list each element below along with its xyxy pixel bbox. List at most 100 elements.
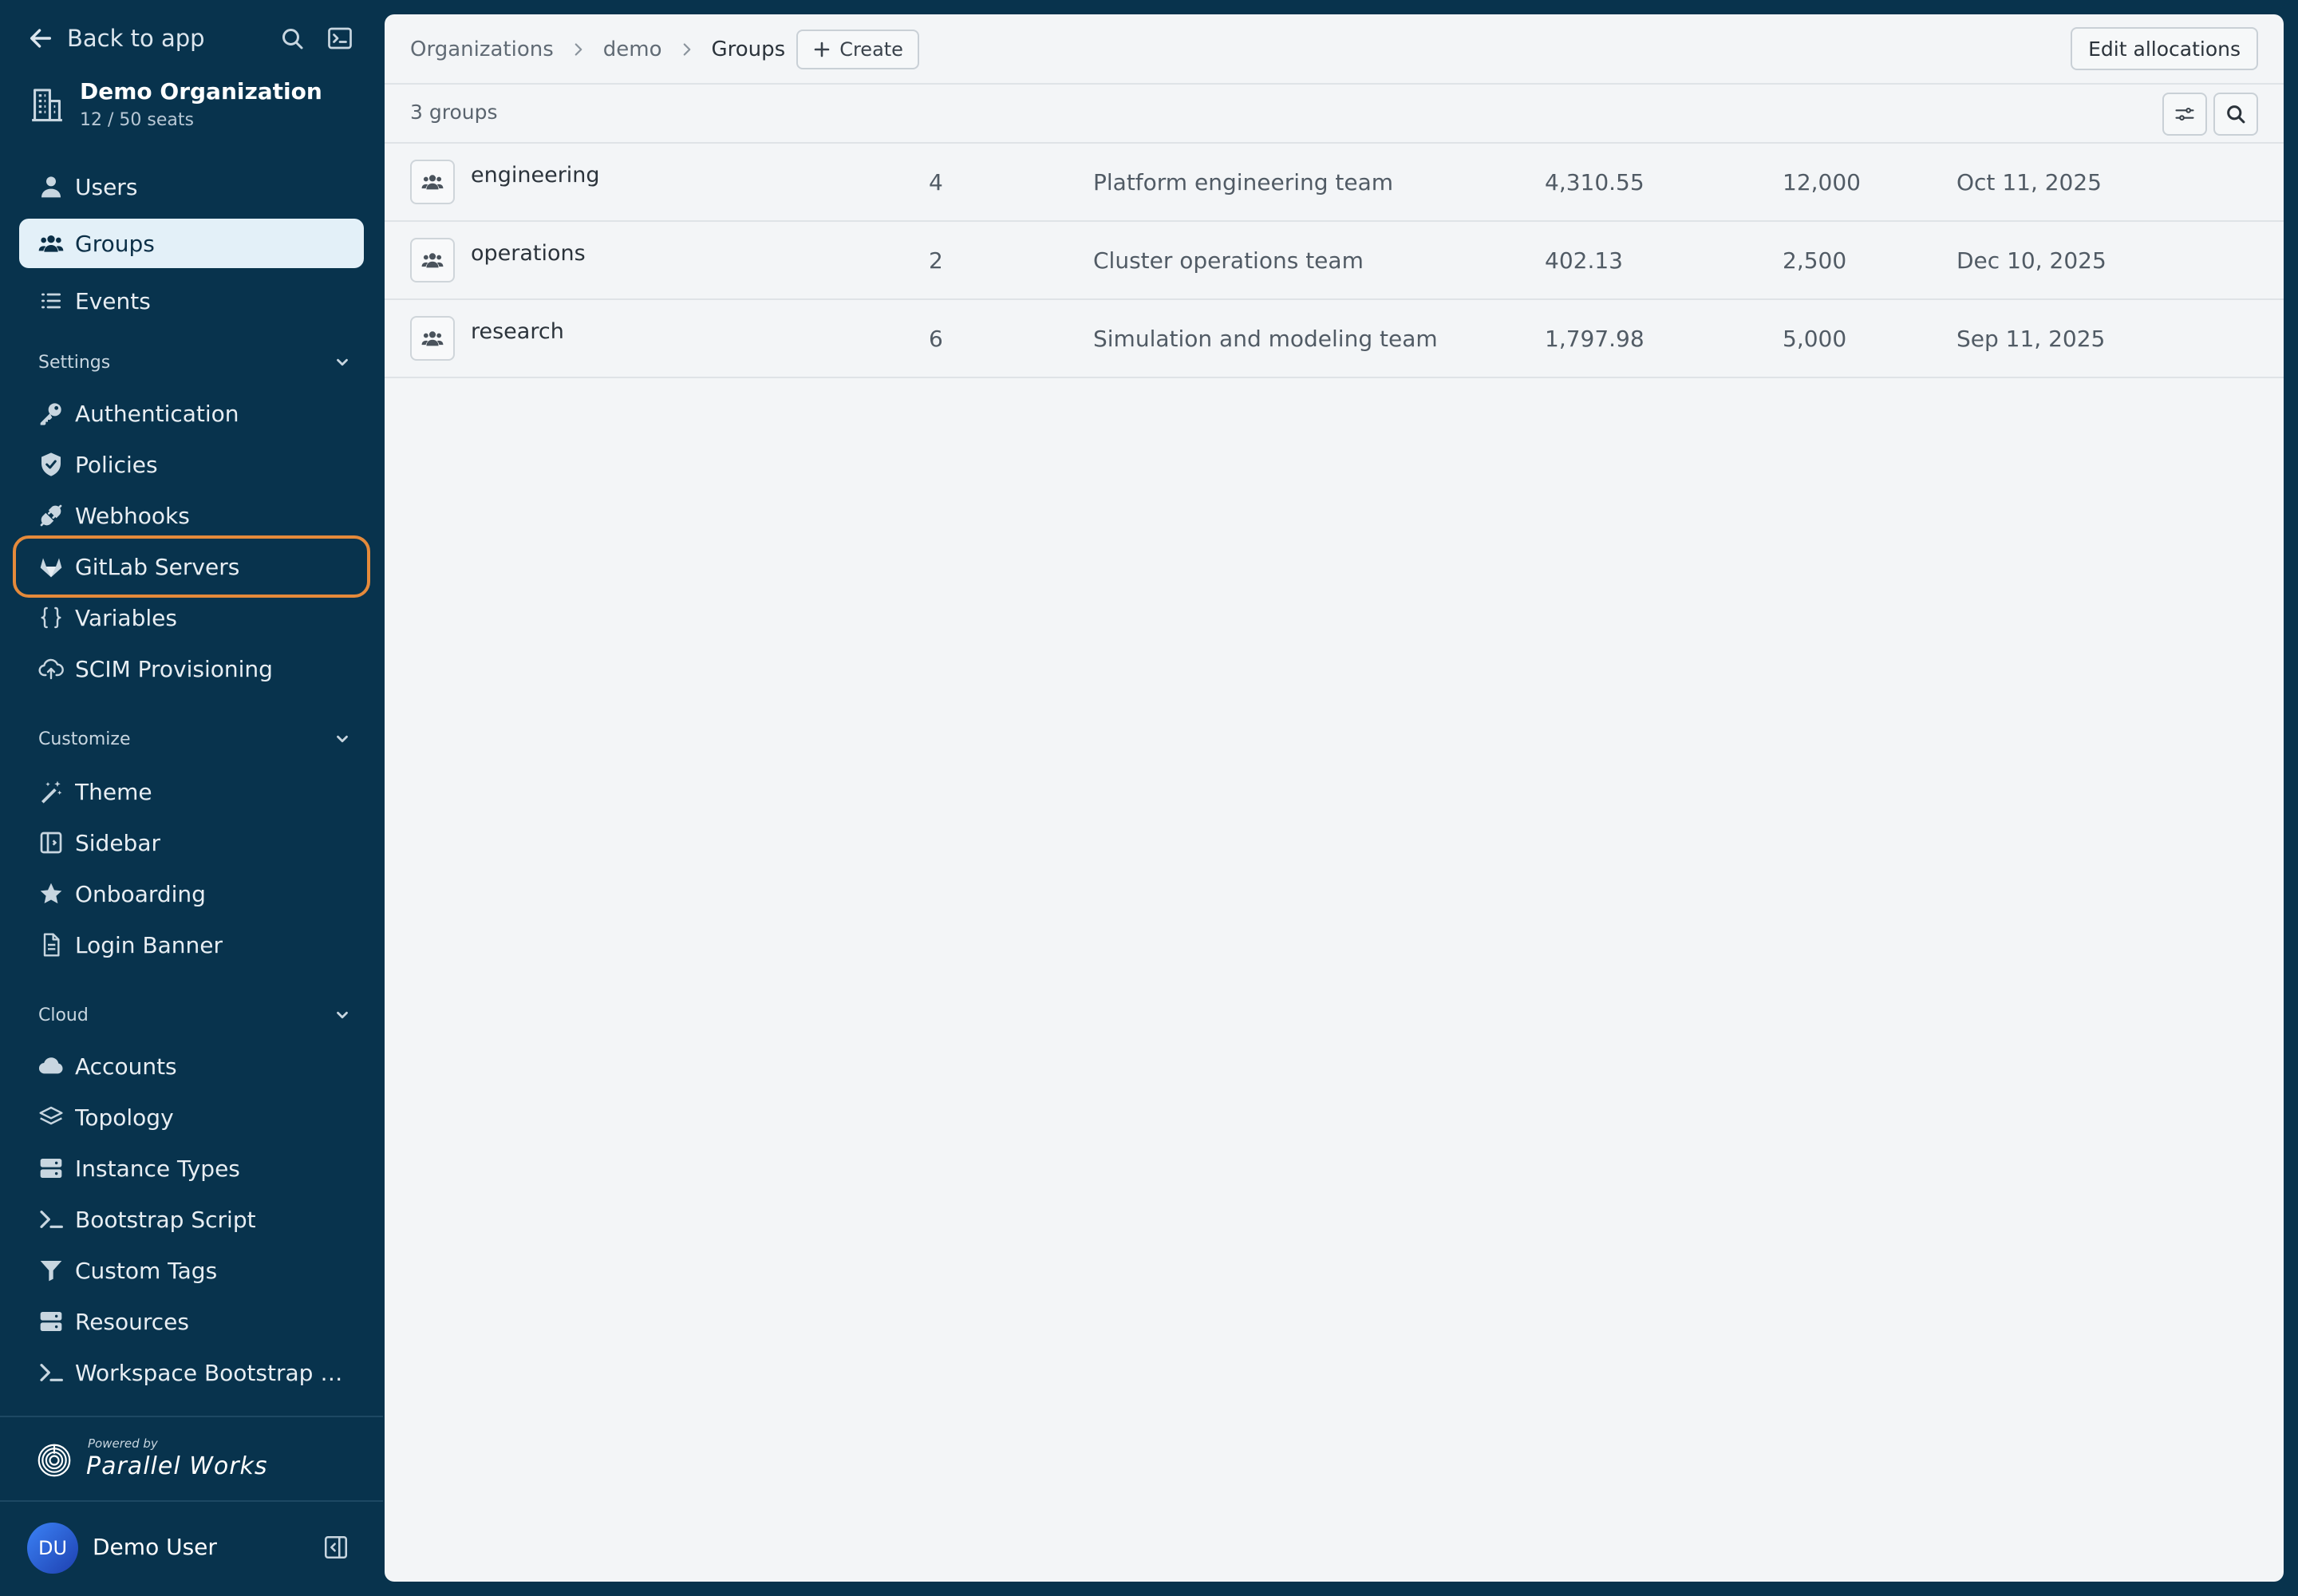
sidebar-item-label: Theme	[75, 778, 152, 805]
group-name: research	[471, 319, 564, 344]
sidebar-item-topology[interactable]: Topology	[19, 1092, 364, 1142]
avatar: DU	[27, 1523, 78, 1574]
sidebar-item-variables[interactable]: Variables	[19, 593, 364, 642]
users-icon	[38, 235, 64, 252]
user-icon	[41, 176, 61, 198]
user-menu[interactable]: DU Demo User	[27, 1521, 362, 1575]
organization-switcher[interactable]: Demo Organization 12 / 50 seats	[30, 77, 365, 137]
group-name: operations	[471, 241, 586, 266]
groups-count: 3 groups	[410, 101, 498, 124]
table-row[interactable]: operations 2 Cluster operations team 402…	[385, 222, 2284, 300]
powered-by-brand: Parallel Works	[86, 1452, 268, 1480]
group-used: 402.13	[1545, 247, 1623, 274]
sidebar-item-workspace-bootstrap-script[interactable]: Workspace Bootstrap S...	[19, 1348, 364, 1397]
group-allocation: 12,000	[1783, 169, 1861, 196]
sidebar-icon	[40, 832, 62, 854]
sidebar-item-label: Sidebar	[75, 829, 160, 856]
group-date: Sep 11, 2025	[1956, 326, 2106, 352]
group-members: 4	[929, 169, 943, 196]
terminal-box-icon[interactable]	[326, 24, 354, 53]
sidebar-item-theme[interactable]: Theme	[19, 767, 364, 816]
sidebar-item-bootstrap-script[interactable]: Bootstrap Script	[19, 1195, 364, 1244]
document-icon	[43, 933, 60, 957]
sidebar-item-label: Login Banner	[75, 931, 223, 958]
list-toolbar: 3 groups	[385, 85, 2284, 144]
group-description: Platform engineering team	[1093, 169, 1394, 196]
table-row[interactable]: research 6 Simulation and modeling team …	[385, 300, 2284, 378]
sidebar-item-login-banner[interactable]: Login Banner	[19, 920, 364, 970]
chevron-down-icon	[337, 735, 348, 743]
table-row[interactable]: engineering 4 Platform engineering team …	[385, 144, 2284, 222]
building-icon	[32, 89, 62, 122]
breadcrumb-demo[interactable]: demo	[603, 38, 662, 61]
sidebar-item-label: Accounts	[75, 1053, 177, 1080]
sidebar-item-authentication[interactable]: Authentication	[19, 389, 364, 438]
layers-icon	[39, 1106, 63, 1125]
group-description: Cluster operations team	[1093, 247, 1364, 274]
sidebar-item-onboarding[interactable]: Onboarding	[19, 869, 364, 918]
customize-section-header[interactable]: Customize	[38, 723, 351, 755]
sliders-icon	[2175, 107, 2194, 121]
terminal-icon	[40, 1364, 63, 1381]
terminal-icon	[40, 1211, 63, 1228]
powered-by-logo: Powered by Parallel Works	[37, 1435, 292, 1486]
sidebar-item-label: Users	[75, 173, 138, 200]
sidebar-item-groups[interactable]: Groups	[19, 219, 364, 268]
sidebar-divider	[0, 1500, 383, 1502]
fingerprint-logo-icon	[38, 1444, 71, 1477]
sidebar-item-label: Workspace Bootstrap S...	[75, 1359, 346, 1386]
main-panel: Organizations demo Groups Create Edit al…	[385, 14, 2284, 1582]
server-icon	[40, 1159, 62, 1178]
breadcrumb-groups: Groups	[711, 38, 786, 61]
group-used: 4,310.55	[1545, 169, 1645, 196]
sidebar-item-gitlab-servers[interactable]: GitLab Servers	[13, 535, 370, 598]
plug-icon	[40, 504, 62, 527]
sidebar-item-policies[interactable]: Policies	[19, 440, 364, 489]
group-avatar	[410, 160, 455, 204]
sidebar-item-users[interactable]: Users	[19, 162, 364, 211]
search-icon	[2227, 105, 2245, 124]
users-icon	[421, 253, 444, 268]
breadcrumb-organizations[interactable]: Organizations	[410, 38, 554, 61]
sidebar-item-custom-tags[interactable]: Custom Tags	[19, 1246, 364, 1295]
shield-icon	[41, 452, 61, 476]
list-icon	[41, 293, 61, 309]
sidebar-item-label: Onboarding	[75, 880, 206, 907]
sidebar-item-sidebar[interactable]: Sidebar	[19, 818, 364, 867]
settings-section-header[interactable]: Settings	[38, 346, 351, 378]
key-icon	[40, 403, 61, 425]
chevron-right-icon	[683, 43, 690, 56]
chevron-right-icon	[574, 43, 582, 56]
edit-allocations-button[interactable]: Edit allocations	[2071, 27, 2258, 70]
plus-icon	[814, 41, 830, 57]
group-allocation: 5,000	[1783, 326, 1847, 352]
group-used: 1,797.98	[1545, 326, 1645, 352]
cloud-section-header[interactable]: Cloud	[38, 999, 351, 1031]
filter-settings-button[interactable]	[2162, 93, 2207, 136]
group-allocation: 2,500	[1783, 247, 1847, 274]
search-icon[interactable]	[278, 24, 306, 53]
collapse-sidebar-icon[interactable]	[322, 1534, 349, 1561]
sidebar-item-resources[interactable]: Resources	[19, 1297, 364, 1346]
sidebar-item-instance-types[interactable]: Instance Types	[19, 1144, 364, 1193]
users-icon	[421, 175, 444, 190]
create-button-label: Create	[839, 38, 903, 61]
arrow-left-icon	[30, 29, 52, 48]
sidebar-item-label: Bootstrap Script	[75, 1206, 256, 1233]
sidebar-item-events[interactable]: Events	[19, 276, 364, 326]
group-members: 2	[929, 247, 943, 274]
sidebar-item-label: Policies	[75, 451, 158, 478]
group-date: Oct 11, 2025	[1956, 169, 2102, 196]
sidebar-item-label: Variables	[75, 604, 177, 631]
search-button[interactable]	[2213, 93, 2258, 136]
sidebar-item-label: SCIM Provisioning	[75, 655, 273, 682]
cloud-upload-icon	[38, 658, 64, 680]
create-button[interactable]: Create	[796, 30, 919, 69]
sidebar-item-accounts[interactable]: Accounts	[19, 1041, 364, 1091]
braces-icon	[41, 606, 61, 629]
sidebar-item-webhooks[interactable]: Webhooks	[19, 491, 364, 540]
back-to-app-label: Back to app	[67, 25, 205, 52]
top-bar: Organizations demo Groups Create Edit al…	[385, 14, 2284, 85]
back-to-app-link[interactable]: Back to app	[27, 18, 205, 59]
sidebar-item-scim-provisioning[interactable]: SCIM Provisioning	[19, 644, 364, 693]
